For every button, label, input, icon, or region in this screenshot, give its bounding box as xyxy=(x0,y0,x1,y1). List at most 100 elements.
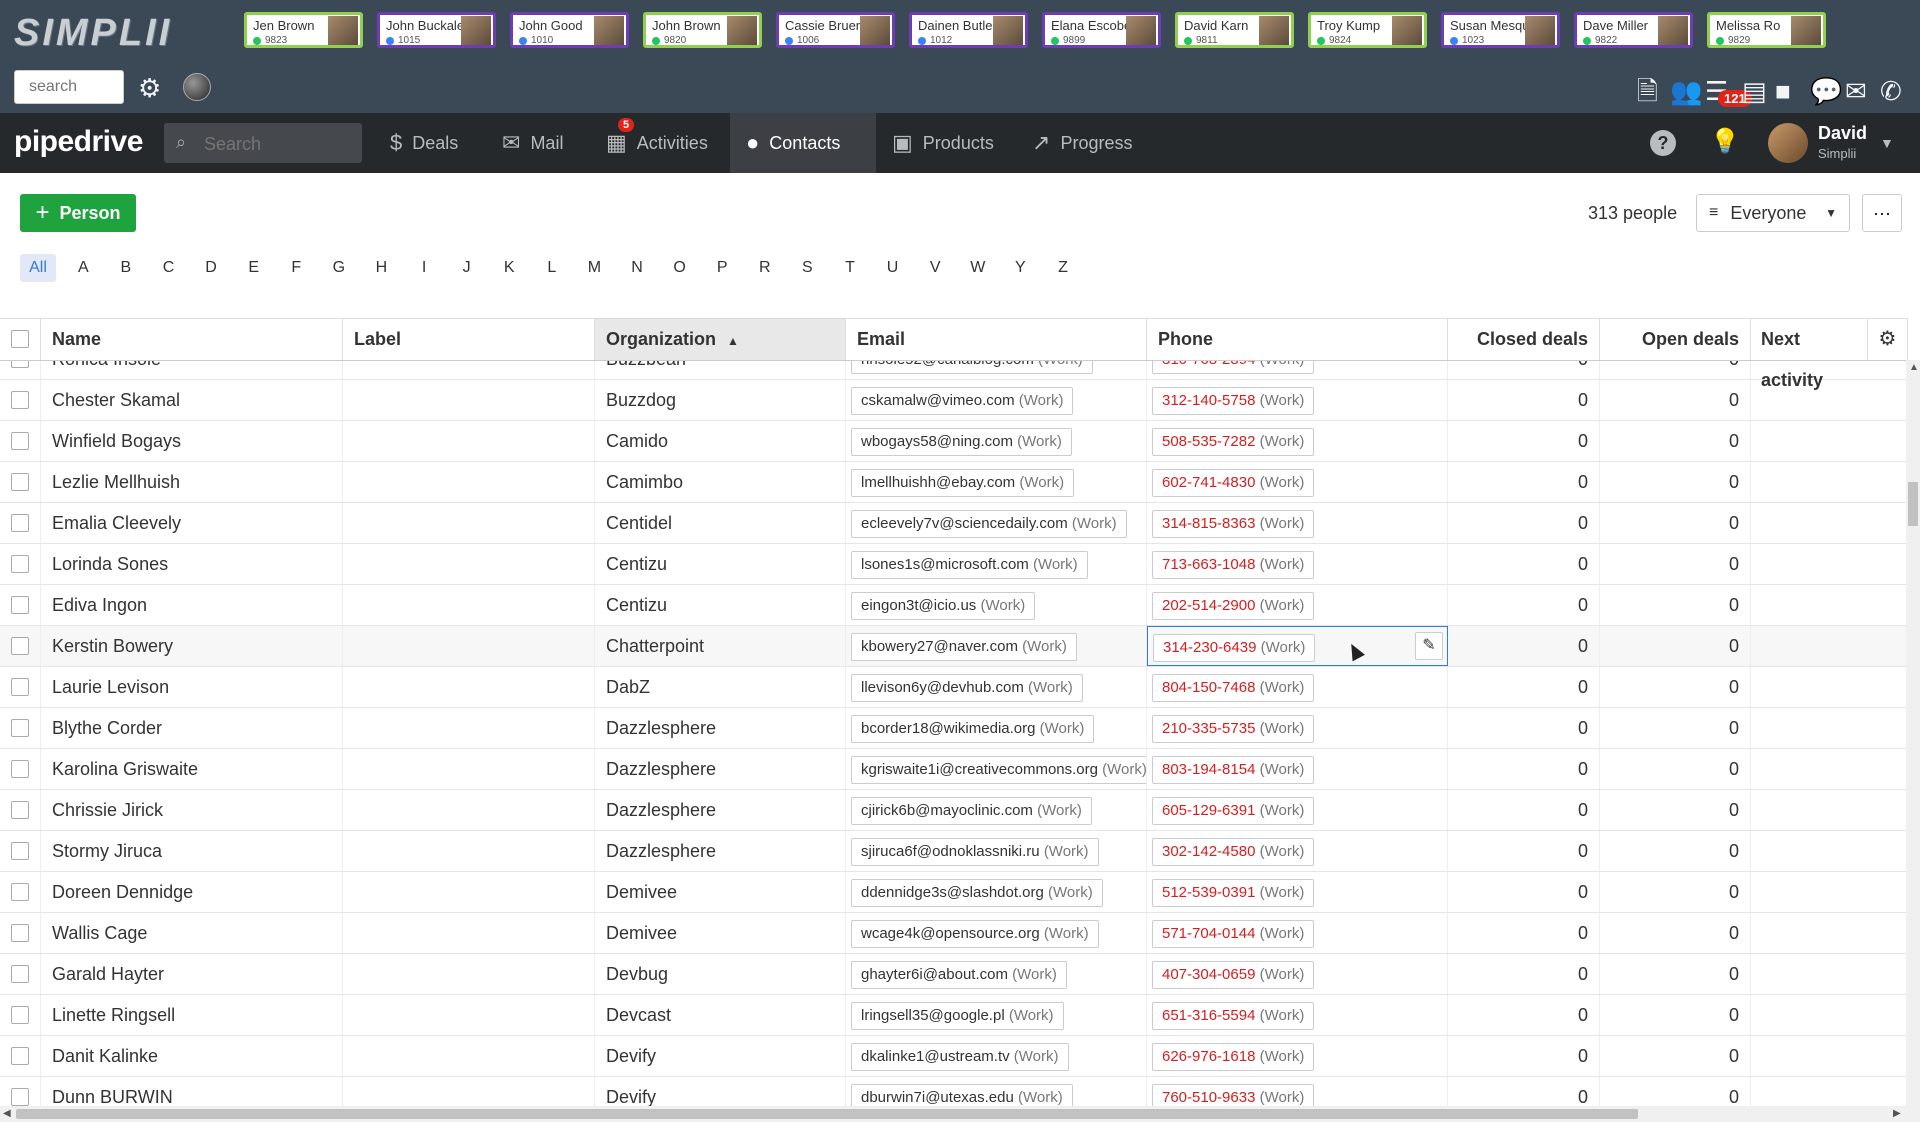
email-link[interactable]: ghayter6i@about.com (Work) xyxy=(851,961,1067,990)
alphabet-letter[interactable]: M xyxy=(573,254,616,282)
phone-link[interactable]: 210-335-5735 (Work) xyxy=(1152,715,1315,744)
document-icon[interactable]: 🗎 xyxy=(1637,78,1658,104)
email-link[interactable]: ddennidge3s@slashdot.org (Work) xyxy=(851,879,1103,908)
settings-gear-icon[interactable]: ⚙ xyxy=(138,75,161,101)
phone-link[interactable]: 302-142-4580 (Work) xyxy=(1152,838,1315,867)
email-link[interactable]: dkalinke1@ustream.tv (Work) xyxy=(851,1043,1069,1072)
nav-contacts[interactable]: ● Contacts xyxy=(730,113,876,173)
person-label[interactable] xyxy=(343,585,595,625)
group-icon[interactable]: 👥 xyxy=(1670,78,1702,104)
person-name[interactable]: Karolina Griswaite xyxy=(41,749,343,789)
vertical-scrollbar[interactable]: ▲ xyxy=(1906,360,1920,1108)
agent-card[interactable]: Melissa Ro 9829 xyxy=(1707,12,1826,48)
email-link[interactable]: cskamalw@vimeo.com (Work) xyxy=(851,387,1074,416)
lightbulb-icon[interactable]: 💡 xyxy=(1710,127,1740,156)
scroll-right-arrow-icon[interactable]: ▶ xyxy=(1893,1108,1901,1119)
table-row[interactable]: Garald Hayter Devbug ghayter6i@about.com (… xyxy=(0,954,1908,995)
list-icon[interactable]: ▤ xyxy=(1742,78,1767,104)
next-activity[interactable] xyxy=(1751,790,1908,830)
simplii-search-input[interactable] xyxy=(14,70,124,104)
email-link[interactable]: lsones1s@microsoft.com (Work) xyxy=(851,551,1088,580)
person-name[interactable]: Lorinda Sones xyxy=(41,544,343,584)
person-organization[interactable]: Devcast xyxy=(595,995,846,1035)
column-closed-deals[interactable]: Closed deals xyxy=(1448,319,1600,360)
person-label[interactable] xyxy=(343,749,595,789)
scroll-up-arrow-icon[interactable]: ▲ xyxy=(1909,362,1919,373)
phone-link[interactable]: 571-704-0144 (Work) xyxy=(1152,920,1315,949)
horizontal-scrollbar[interactable]: ◀ ▶ xyxy=(0,1106,1920,1122)
alphabet-letter[interactable]: J xyxy=(445,254,488,282)
phone-link[interactable]: 713-663-1048 (Work) xyxy=(1152,551,1315,580)
alphabet-letter[interactable]: S xyxy=(786,254,829,282)
row-checkbox[interactable] xyxy=(11,965,29,983)
nav-mail[interactable]: ✉ Mail xyxy=(490,113,575,173)
table-row[interactable]: Emalia Cleevely Centidel ecleevely7v@scien… xyxy=(0,503,1908,544)
next-activity[interactable] xyxy=(1751,1077,1908,1107)
row-checkbox[interactable] xyxy=(11,432,29,450)
person-organization[interactable]: Camido xyxy=(595,421,846,461)
chevron-down-icon[interactable]: ▼ xyxy=(1880,135,1894,151)
person-name[interactable]: Stormy Jiruca xyxy=(41,831,343,871)
next-activity[interactable] xyxy=(1751,1036,1908,1076)
person-label[interactable] xyxy=(343,1077,595,1107)
next-activity[interactable] xyxy=(1751,995,1908,1035)
person-organization[interactable]: Centidel xyxy=(595,503,846,543)
row-checkbox[interactable] xyxy=(11,596,29,614)
email-link[interactable]: bcorder18@wikimedia.org (Work) xyxy=(851,715,1095,744)
column-phone[interactable]: Phone xyxy=(1147,319,1448,360)
person-organization[interactable]: Dazzlesphere xyxy=(595,831,846,871)
table-row[interactable]: Ediva Ingon Centizu eingon3t@icio.us (Work… xyxy=(0,585,1908,626)
column-next-activity[interactable]: Next activity xyxy=(1751,319,1868,390)
alphabet-letter[interactable]: E xyxy=(232,254,275,282)
row-checkbox[interactable] xyxy=(11,760,29,778)
table-row[interactable]: Winfield Bogays Camido wbogays58@ning.com … xyxy=(0,421,1908,462)
email-link[interactable]: ecleevely7v@sciencedaily.com (Work) xyxy=(851,510,1127,539)
person-name[interactable]: Blythe Corder xyxy=(41,708,343,748)
person-organization[interactable]: Chatterpoint xyxy=(595,626,846,666)
table-row[interactable]: Lorinda Sones Centizu lsones1s@microsoft.c… xyxy=(0,544,1908,585)
row-checkbox[interactable] xyxy=(11,1047,29,1065)
alphabet-letter[interactable]: I xyxy=(403,254,446,282)
person-organization[interactable]: Devify xyxy=(595,1036,846,1076)
email-link[interactable]: lmellhuishh@ebay.com (Work) xyxy=(851,469,1075,498)
phone-link[interactable]: 605-129-6391 (Work) xyxy=(1152,797,1315,826)
table-row[interactable]: Doreen Dennidge Demivee ddennidge3s@slashd… xyxy=(0,872,1908,913)
person-label[interactable] xyxy=(343,544,595,584)
nav-products[interactable]: ▣ Products xyxy=(880,113,1006,173)
alphabet-letter[interactable]: D xyxy=(190,254,233,282)
next-activity[interactable] xyxy=(1751,954,1908,994)
column-settings[interactable]: ⚙ xyxy=(1868,319,1908,360)
alphabet-letter[interactable]: H xyxy=(360,254,403,282)
row-checkbox[interactable] xyxy=(11,678,29,696)
next-activity[interactable] xyxy=(1751,831,1908,871)
phone-link[interactable]: 760-510-9633 (Work) xyxy=(1152,1084,1315,1107)
table-row[interactable]: Laurie Levison DabZ llevison6y@devhub.com … xyxy=(0,667,1908,708)
agent-card[interactable]: Troy Kump 9824 xyxy=(1308,12,1427,48)
person-name[interactable]: Chrissie Jirick xyxy=(41,790,343,830)
phone-link[interactable]: 602-741-4830 (Work) xyxy=(1152,469,1315,498)
email-link[interactable]: kbowery27@naver.com (Work) xyxy=(851,633,1077,662)
alphabet-letter[interactable]: V xyxy=(914,254,957,282)
phone-link[interactable]: 314-230-6439 (Work) xyxy=(1153,634,1316,663)
person-label[interactable] xyxy=(343,1036,595,1076)
table-row[interactable]: Chrissie Jirick Dazzlesphere cjirick6b@may… xyxy=(0,790,1908,831)
alphabet-letter[interactable]: F xyxy=(275,254,318,282)
row-checkbox[interactable] xyxy=(11,514,29,532)
person-name[interactable]: Lezlie Mellhuish xyxy=(41,462,343,502)
chat-icon[interactable]: 💬 xyxy=(1810,78,1842,104)
phone-link[interactable]: 407-304-0659 (Work) xyxy=(1152,961,1315,990)
table-row[interactable]: Chester Skamal Buzzdog cskamalw@vimeo.com … xyxy=(0,380,1908,421)
fax-icon[interactable]: ✉ xyxy=(1845,78,1867,104)
global-search[interactable]: ⌕ xyxy=(164,123,362,165)
agent-card[interactable]: John Buckalew 1015 xyxy=(377,12,496,48)
phone-icon[interactable]: ✆ xyxy=(1880,78,1902,104)
next-activity[interactable] xyxy=(1751,544,1908,584)
vertical-scroll-thumb[interactable] xyxy=(1908,482,1918,526)
person-name[interactable]: Garald Hayter xyxy=(41,954,343,994)
phone-link[interactable]: 512-539-0391 (Work) xyxy=(1152,879,1315,908)
next-activity[interactable] xyxy=(1751,585,1908,625)
person-label[interactable] xyxy=(343,954,595,994)
horizontal-scroll-thumb[interactable] xyxy=(16,1109,1638,1119)
more-options-button[interactable]: ··· xyxy=(1862,194,1902,232)
phone-link[interactable]: 312-140-5758 (Work) xyxy=(1152,387,1315,416)
